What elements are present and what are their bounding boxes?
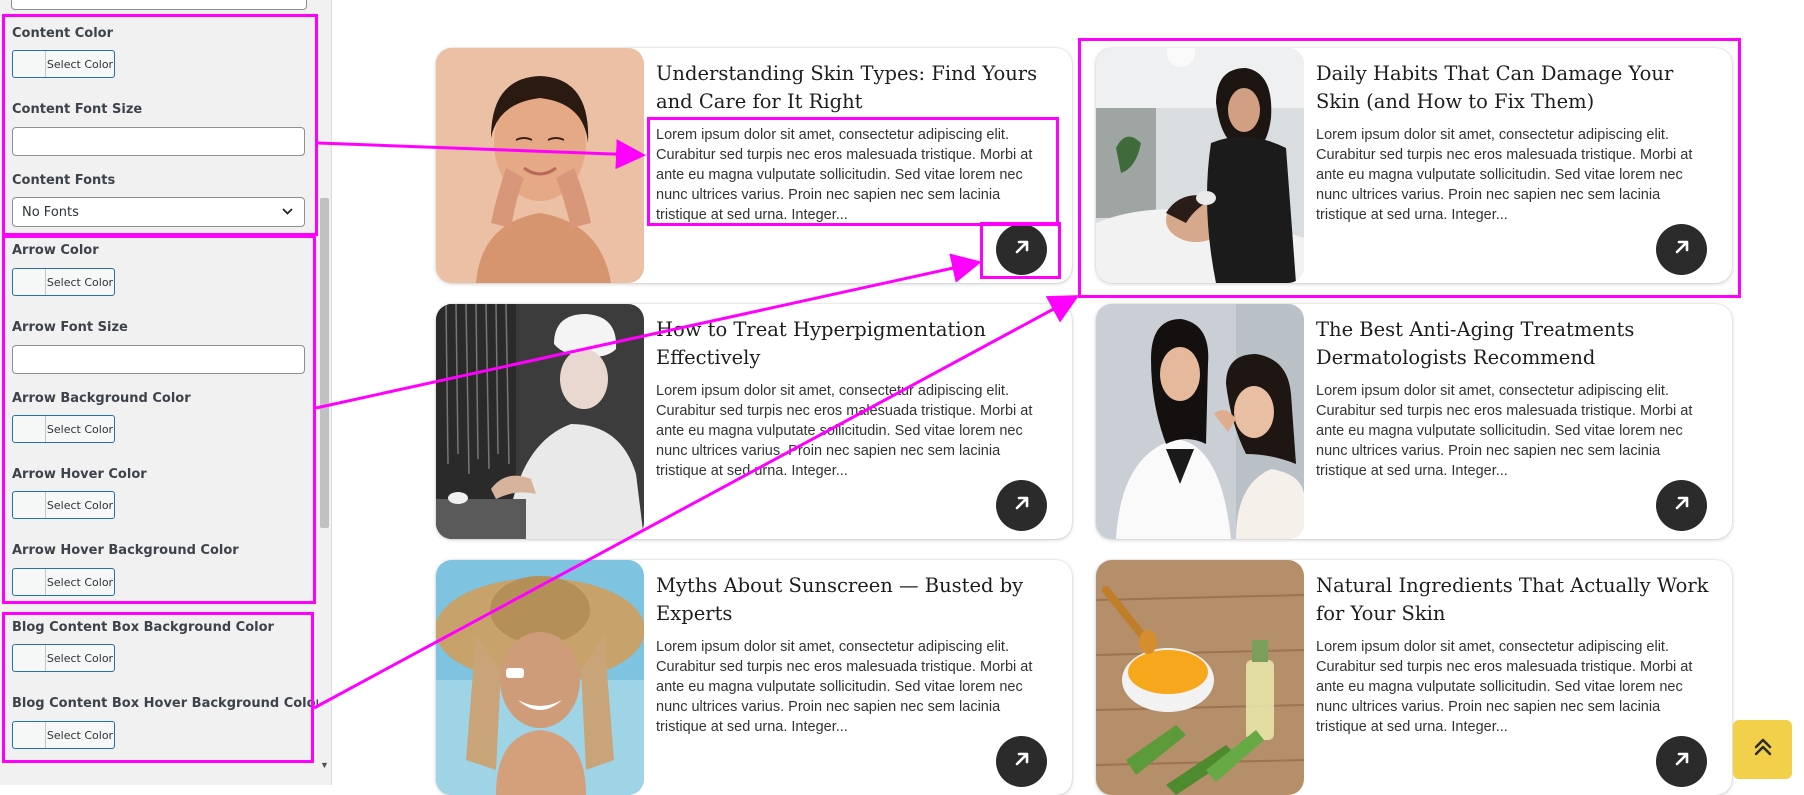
arrow-up-right-icon [1672,749,1692,774]
content-fonts-select[interactable]: No Fonts [12,197,305,227]
post-thumbnail[interactable] [1096,560,1304,795]
content-fonts-value: No Fonts [22,204,79,220]
blog-content-box-hover-background-color-label: Blog Content Box Hover Background Color [12,696,322,711]
select-color-label: Select Color [46,57,114,71]
scroll-down-arrow-icon[interactable]: ▼ [320,760,329,770]
post-title[interactable]: The Best Anti-Aging Treatments Dermatolo… [1316,316,1721,372]
arrow-hover-background-color-picker[interactable]: Select Color [12,568,115,596]
blog-card[interactable]: Natural Ingredients That Actually Work f… [1096,560,1732,795]
blog-card[interactable]: Myths About Sunscreen — Busted by Expert… [436,560,1072,795]
select-color-label: Select Color [46,651,114,665]
arrow-color-picker[interactable]: Select Color [12,268,115,296]
select-color-label: Select Color [46,728,114,742]
post-title[interactable]: Natural Ingredients That Actually Work f… [1316,572,1721,628]
previous-field-edge [11,0,307,10]
content-font-size-label: Content Font Size [12,102,143,117]
post-thumbnail[interactable] [436,560,644,795]
color-swatch [13,269,46,295]
sidebar-scrollbar[interactable]: ▼ [318,0,331,785]
arrow-font-size-label: Arrow Font Size [12,320,128,335]
arrow-hover-background-color-label: Arrow Hover Background Color [12,543,239,558]
post-thumbnail[interactable] [1096,304,1304,539]
scrollbar-thumb[interactable] [320,198,329,528]
read-more-button[interactable] [996,736,1047,787]
color-swatch [13,645,46,671]
color-swatch [13,492,46,518]
blog-content-box-background-color-picker[interactable]: Select Color [12,644,115,672]
arrow-background-color-picker[interactable]: Select Color [12,415,115,443]
blog-card[interactable]: Daily Habits That Can Damage Your Skin (… [1096,48,1732,283]
content-color-label: Content Color [12,26,114,41]
read-more-button[interactable] [1656,224,1707,275]
post-title[interactable]: Myths About Sunscreen — Busted by Expert… [656,572,1061,628]
arrow-up-right-icon [1012,237,1032,262]
post-thumbnail[interactable] [1096,48,1304,283]
customizer-sidebar: Content Color Select Color Content Font … [0,0,332,785]
arrow-hover-color-picker[interactable]: Select Color [12,491,115,519]
arrow-up-right-icon [1012,749,1032,774]
read-more-button[interactable] [996,224,1047,275]
post-title[interactable]: Understanding Skin Types: Find Yours and… [656,60,1061,116]
post-excerpt: Lorem ipsum dolor sit amet, consectetur … [1316,383,1693,479]
post-excerpt: Lorem ipsum dolor sit amet, consectetur … [656,639,1033,735]
post-thumbnail[interactable] [436,304,644,539]
post-excerpt: Lorem ipsum dolor sit amet, consectetur … [656,127,1033,223]
blog-card[interactable]: The Best Anti-Aging Treatments Dermatolo… [1096,304,1732,539]
content-fonts-label: Content Fonts [12,173,116,188]
blog-content-box-background-color-label: Blog Content Box Background Color [12,620,274,635]
post-title[interactable]: Daily Habits That Can Damage Your Skin (… [1316,60,1721,116]
post-excerpt: Lorem ipsum dolor sit amet, consectetur … [1316,127,1693,223]
arrow-hover-color-label: Arrow Hover Color [12,467,147,482]
arrow-background-color-label: Arrow Background Color [12,391,191,406]
color-swatch [13,51,46,77]
post-title[interactable]: How to Treat Hyperpigmentation Effective… [656,316,1061,372]
post-thumbnail[interactable] [436,48,644,283]
scroll-to-top-button[interactable] [1733,720,1792,779]
post-excerpt: Lorem ipsum dolor sit amet, consectetur … [1316,639,1693,735]
color-swatch [13,569,46,595]
read-more-button[interactable] [1656,736,1707,787]
select-color-label: Select Color [46,275,114,289]
content-font-size-input[interactable] [12,127,305,156]
arrow-color-label: Arrow Color [12,243,99,258]
color-swatch [13,722,46,748]
blog-card[interactable]: Understanding Skin Types: Find Yours and… [436,48,1072,283]
read-more-button[interactable] [996,480,1047,531]
arrow-up-right-icon [1672,237,1692,262]
blog-card[interactable]: How to Treat Hyperpigmentation Effective… [436,304,1072,539]
select-color-label: Select Color [46,575,114,589]
content-color-picker[interactable]: Select Color [12,50,115,78]
arrow-up-right-icon [1672,493,1692,518]
arrow-up-right-icon [1012,493,1032,518]
select-color-label: Select Color [46,422,114,436]
post-excerpt: Lorem ipsum dolor sit amet, consectetur … [656,383,1033,479]
read-more-button[interactable] [1656,480,1707,531]
double-chevron-up-icon [1751,735,1775,764]
arrow-font-size-input[interactable] [12,345,305,374]
blog-content-box-hover-background-color-picker[interactable]: Select Color [12,721,115,749]
chevron-down-icon [281,205,294,222]
select-color-label: Select Color [46,498,114,512]
color-swatch [13,416,46,442]
